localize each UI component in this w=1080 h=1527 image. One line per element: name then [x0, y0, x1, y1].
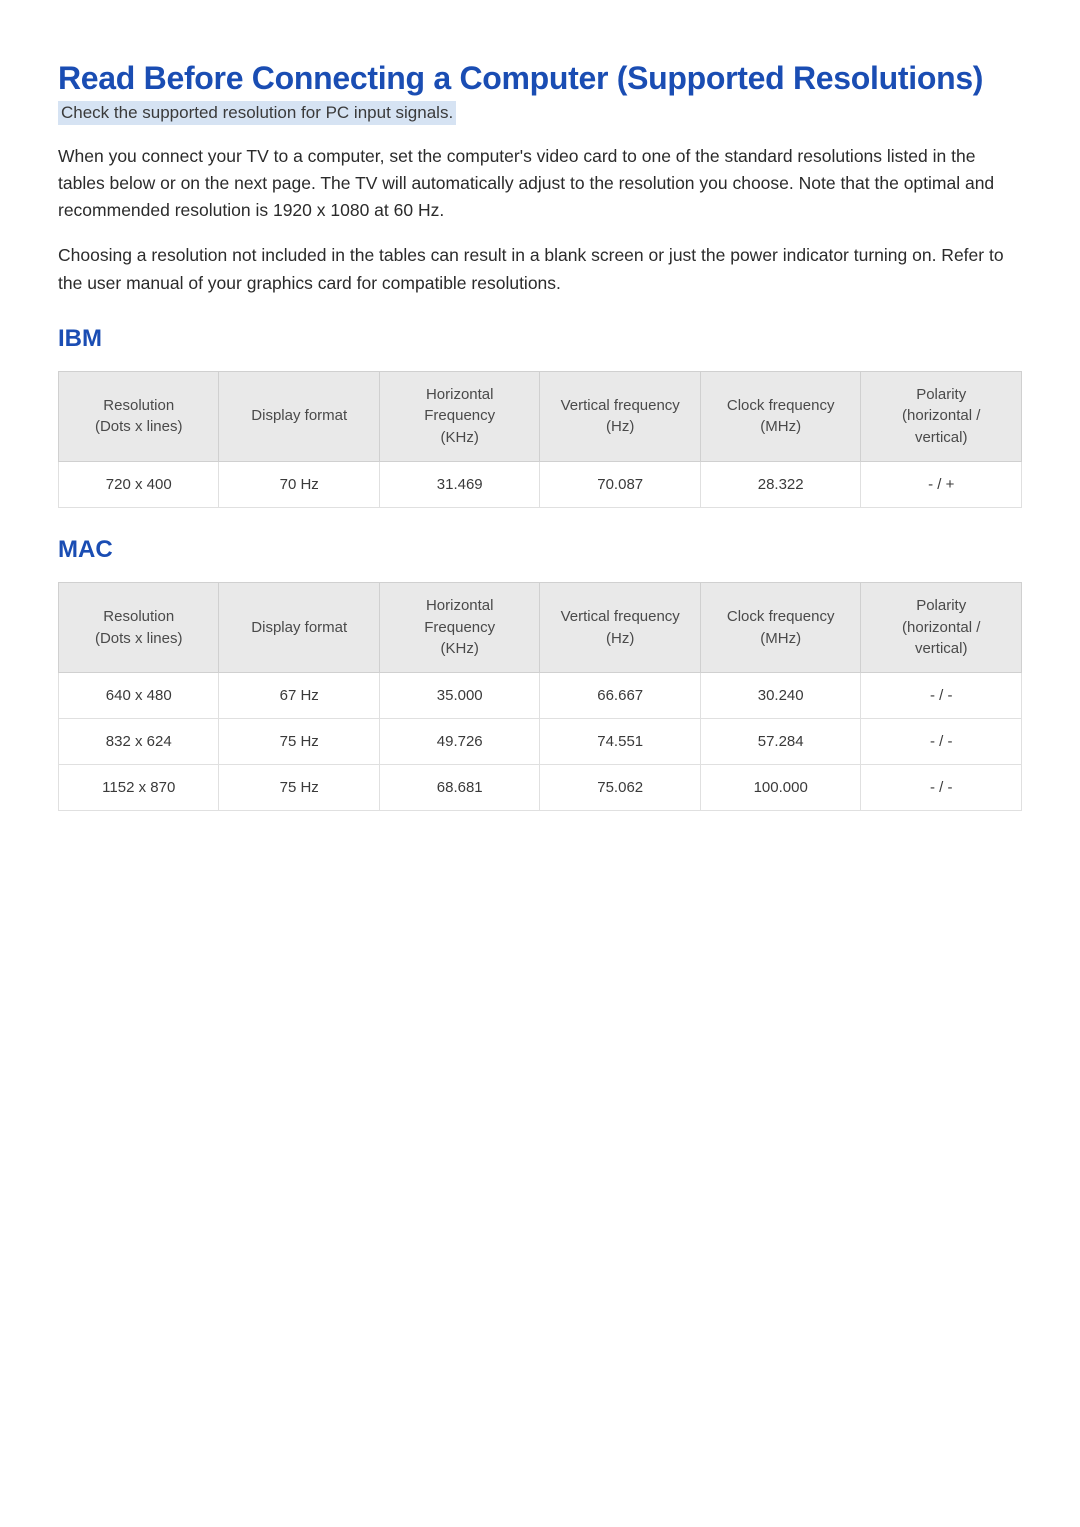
cell-resolution: 1152 x 870 [59, 765, 219, 811]
cell-polarity: - / - [861, 719, 1022, 765]
col-header-vertical_freq: Vertical frequency(Hz) [540, 371, 700, 461]
cell-resolution: 720 x 400 [59, 461, 219, 507]
page-subtitle: Check the supported resolution for PC in… [58, 101, 456, 125]
cell-clock_freq: 100.000 [700, 765, 860, 811]
cell-vertical_freq: 70.087 [540, 461, 700, 507]
section-heading: IBM [58, 325, 1022, 353]
col-header-vertical_freq: Vertical frequency(Hz) [540, 582, 700, 672]
table-row: 720 x 40070 Hz31.46970.08728.322- / + [59, 461, 1022, 507]
cell-display_format: 70 Hz [219, 461, 379, 507]
cell-vertical_freq: 74.551 [540, 719, 700, 765]
cell-display_format: 67 Hz [219, 673, 379, 719]
col-header-display_format: Display format [219, 582, 379, 672]
cell-display_format: 75 Hz [219, 719, 379, 765]
cell-vertical_freq: 66.667 [540, 673, 700, 719]
col-header-horizontal_freq: HorizontalFrequency(KHz) [379, 371, 539, 461]
cell-polarity: - / - [861, 765, 1022, 811]
col-header-clock_freq: Clock frequency(MHz) [700, 371, 860, 461]
cell-display_format: 75 Hz [219, 765, 379, 811]
resolution-table: Resolution(Dots x lines)Display formatHo… [58, 371, 1022, 508]
cell-resolution: 640 x 480 [59, 673, 219, 719]
col-header-resolution: Resolution(Dots x lines) [59, 582, 219, 672]
col-header-polarity: Polarity(horizontal /vertical) [861, 371, 1022, 461]
table-row: 1152 x 87075 Hz68.68175.062100.000- / - [59, 765, 1022, 811]
resolution-table: Resolution(Dots x lines)Display formatHo… [58, 582, 1022, 811]
cell-polarity: - / + [861, 461, 1022, 507]
cell-vertical_freq: 75.062 [540, 765, 700, 811]
col-header-horizontal_freq: HorizontalFrequency(KHz) [379, 582, 539, 672]
cell-horizontal_freq: 31.469 [379, 461, 539, 507]
table-row: 640 x 48067 Hz35.00066.66730.240- / - [59, 673, 1022, 719]
section-heading: MAC [58, 536, 1022, 564]
intro-paragraph-2: Choosing a resolution not included in th… [58, 242, 1022, 296]
table-row: 832 x 62475 Hz49.72674.55157.284- / - [59, 719, 1022, 765]
intro-paragraph-1: When you connect your TV to a computer, … [58, 143, 1022, 224]
cell-polarity: - / - [861, 673, 1022, 719]
col-header-resolution: Resolution(Dots x lines) [59, 371, 219, 461]
page-title: Read Before Connecting a Computer (Suppo… [58, 60, 1022, 97]
col-header-display_format: Display format [219, 371, 379, 461]
cell-horizontal_freq: 68.681 [379, 765, 539, 811]
cell-clock_freq: 30.240 [700, 673, 860, 719]
col-header-polarity: Polarity(horizontal /vertical) [861, 582, 1022, 672]
cell-horizontal_freq: 35.000 [379, 673, 539, 719]
cell-clock_freq: 57.284 [700, 719, 860, 765]
cell-clock_freq: 28.322 [700, 461, 860, 507]
col-header-clock_freq: Clock frequency(MHz) [700, 582, 860, 672]
cell-resolution: 832 x 624 [59, 719, 219, 765]
cell-horizontal_freq: 49.726 [379, 719, 539, 765]
